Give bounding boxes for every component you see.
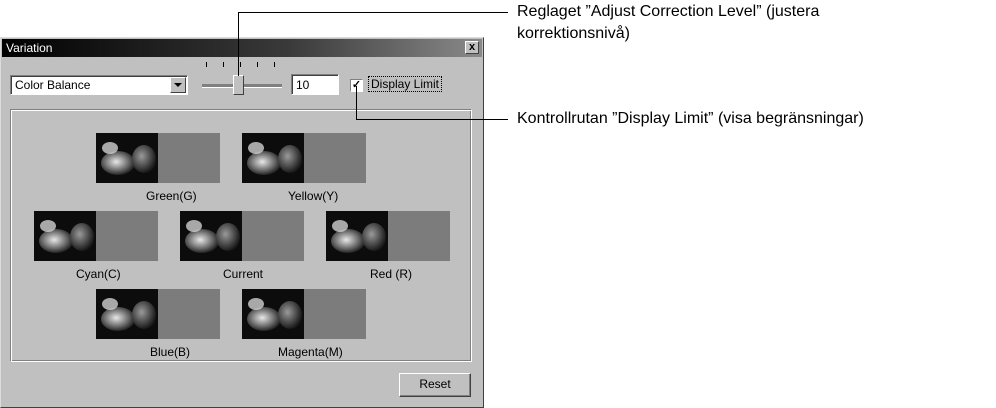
photo-image [96, 133, 158, 183]
display-limit-label[interactable]: Display Limit [368, 76, 443, 92]
variation-thumbnail[interactable] [96, 289, 220, 339]
preview-photo [242, 289, 304, 339]
photo-image [180, 211, 242, 261]
photo-image [242, 289, 304, 339]
window-title: Variation [6, 41, 53, 55]
slider-callout-text: Reglaget ”Adjust Correction Level” (just… [517, 1, 819, 45]
mode-select-value: Color Balance [15, 78, 91, 92]
preview-photo [242, 133, 304, 183]
photo-image [242, 133, 304, 183]
variation-label: Blue(B) [150, 345, 191, 359]
variation-label: Magenta(M) [278, 345, 343, 359]
close-button[interactable]: x [465, 41, 479, 54]
variation-label: Red (R) [370, 267, 413, 281]
variation-thumbnail[interactable] [96, 133, 220, 183]
variation-label: Green(G) [146, 189, 197, 203]
slider-callout-line2: korrektionsnivå) [517, 25, 630, 42]
variation-label: Cyan(C) [76, 267, 121, 281]
variation-thumbnail[interactable] [242, 289, 366, 339]
variation-preview[interactable]: Yellow(Y) [242, 133, 366, 203]
checkbox-callout-text: Kontrollrutan ”Display Limit” (visa begr… [517, 110, 864, 127]
correction-level-slider-thumb[interactable] [233, 75, 244, 95]
variation-thumbnail[interactable] [326, 211, 450, 261]
title-bar[interactable]: Variation x [2, 39, 482, 57]
variation-thumbnail[interactable] [180, 211, 304, 261]
variation-preview[interactable]: Magenta(M) [242, 289, 366, 359]
close-icon: x [468, 41, 476, 53]
preview-photo [96, 289, 158, 339]
variation-thumbnail[interactable] [34, 211, 158, 261]
slider-tick [240, 62, 241, 67]
variation-preview[interactable]: Blue(B) [96, 289, 220, 359]
slider-callout-line1: Reglaget ”Adjust Correction Level” (just… [517, 3, 820, 20]
variation-label: Yellow(Y) [288, 189, 339, 203]
variation-label: Current [223, 267, 264, 281]
variation-preview[interactable]: Cyan(C) [34, 211, 158, 281]
reset-button[interactable]: Reset [399, 373, 471, 397]
chevron-down-icon[interactable] [170, 77, 186, 93]
photo-image [96, 289, 158, 339]
mode-select[interactable]: Color Balance [10, 75, 188, 95]
checkbox-callout-leader [356, 86, 357, 119]
variation-preview[interactable]: Current [180, 211, 304, 281]
variation-thumbnail[interactable] [242, 133, 366, 183]
preview-photo [96, 133, 158, 183]
photo-image [326, 211, 388, 261]
preview-photo [34, 211, 96, 261]
slider-tick [223, 62, 224, 67]
variation-preview[interactable]: Red (R) [326, 211, 450, 281]
preview-photo [180, 211, 242, 261]
slider-callout-leader [238, 12, 239, 76]
slider-callout-leader-horizontal [238, 12, 508, 13]
slider-tick [206, 62, 207, 67]
correction-level-field[interactable]: 10 [291, 74, 339, 95]
slider-tick [274, 62, 275, 67]
slider-tick [257, 62, 258, 67]
preview-photo [326, 211, 388, 261]
slider-ticks [204, 62, 280, 70]
variation-preview[interactable]: Green(G) [96, 133, 220, 203]
photo-image [34, 211, 96, 261]
checkbox-callout-leader-horizontal [356, 119, 508, 120]
